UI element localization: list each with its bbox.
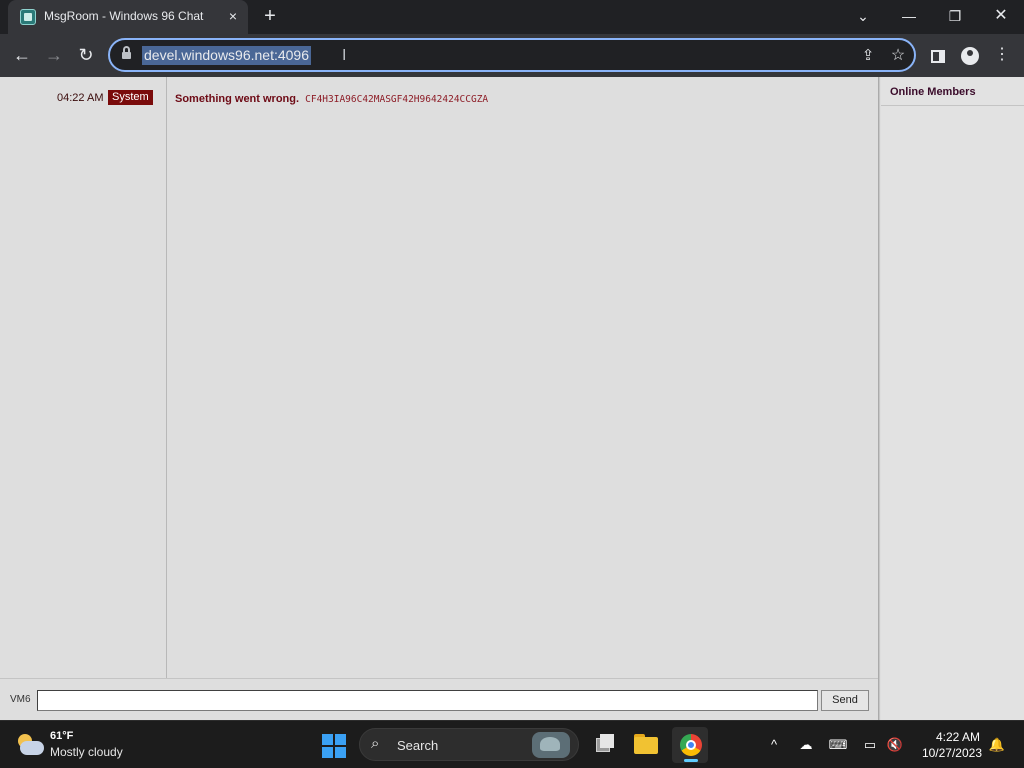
keyboard-icon[interactable]: ⌨	[827, 735, 849, 755]
msgroom-page: 04:22 AM System Something went wrong. CF…	[0, 77, 1024, 720]
chat-input-row: VM6 Send	[0, 678, 878, 720]
bookmark-star-icon[interactable]: ☆	[888, 46, 908, 66]
task-view-icon[interactable]	[586, 727, 622, 763]
lock-icon[interactable]	[122, 46, 131, 60]
back-arrow-icon[interactable]: ←	[9, 42, 35, 68]
online-members-title: Online Members	[890, 86, 976, 98]
reload-icon[interactable]: ↻	[73, 42, 99, 68]
message-input[interactable]	[37, 690, 818, 711]
window-close-icon[interactable]: ✕	[978, 0, 1024, 34]
text-cursor-icon: I	[342, 47, 347, 64]
message-body: Something went wrong. CF4H3IA96C42MASGF4…	[175, 93, 488, 105]
message-meta-column: 04:22 AM System	[0, 77, 167, 678]
clock-date[interactable]: 10/27/2023	[912, 746, 982, 760]
online-members-panel: Online Members	[881, 77, 1024, 720]
profile-avatar-icon[interactable]	[958, 43, 982, 67]
site-favicon-icon	[20, 9, 36, 25]
weather-cloudy-icon[interactable]	[16, 732, 44, 758]
notification-bell-icon[interactable]: 🔔	[986, 735, 1008, 755]
windows-taskbar: 61°F Mostly cloudy ⌕ Search ^ ☁ ⌨ ▭ 🔇 4:…	[0, 720, 1024, 768]
message-timestamp: 04:22 AM	[57, 92, 104, 104]
network-icon[interactable]: ▭	[859, 735, 881, 755]
panel-divider[interactable]	[878, 77, 880, 720]
minimize-icon[interactable]: —	[886, 0, 932, 34]
tray-overflow-chevron-icon[interactable]: ^	[763, 735, 785, 755]
new-tab-icon[interactable]: +	[259, 5, 281, 27]
side-panel-icon[interactable]	[926, 43, 950, 67]
message-user-badge[interactable]: System	[108, 90, 153, 105]
error-code-text: CF4H3IA96C42MASGF42H9642424CCGZA	[305, 94, 489, 105]
chrome-taskbar-icon[interactable]	[672, 727, 708, 763]
weather-temperature[interactable]: 61°F	[50, 730, 73, 742]
taskbar-search-box[interactable]: ⌕ Search	[359, 728, 579, 761]
url-text[interactable]: devel.windows96.net:4096	[142, 46, 312, 65]
search-label: Search	[397, 738, 439, 753]
members-divider	[881, 105, 1024, 106]
volume-muted-icon[interactable]: 🔇	[884, 735, 906, 755]
share-icon[interactable]: ⇪	[858, 46, 878, 66]
restore-icon[interactable]: ❐	[932, 0, 978, 34]
browser-titlebar: MsgRoom - Windows 96 Chat × + ⌄ — ❐ ✕	[0, 0, 1024, 34]
windows-start-icon[interactable]	[322, 734, 346, 758]
browser-toolbar: ← → ↻ devel.windows96.net:4096 I ⇪ ☆ ⋮	[0, 34, 1024, 77]
send-button[interactable]: Send	[821, 690, 869, 711]
onedrive-icon[interactable]: ☁	[795, 735, 817, 755]
search-icon: ⌕	[371, 735, 380, 752]
tab-search-icon[interactable]: ⌄	[840, 0, 886, 34]
search-highlight-icon	[532, 732, 570, 758]
file-explorer-icon[interactable]	[628, 727, 664, 763]
address-bar[interactable]: devel.windows96.net:4096 I ⇪ ☆	[108, 38, 916, 72]
username-label[interactable]: VM6	[10, 694, 31, 705]
browser-menu-icon[interactable]: ⋮	[990, 43, 1014, 67]
browser-tab-active[interactable]: MsgRoom - Windows 96 Chat ×	[8, 0, 248, 34]
error-message-text: Something went wrong.	[175, 93, 300, 105]
tab-title: MsgRoom - Windows 96 Chat	[44, 9, 204, 23]
weather-description[interactable]: Mostly cloudy	[50, 745, 123, 759]
forward-arrow-icon[interactable]: →	[41, 42, 67, 68]
tab-close-icon[interactable]: ×	[224, 7, 242, 25]
clock-time[interactable]: 4:22 AM	[922, 730, 980, 744]
